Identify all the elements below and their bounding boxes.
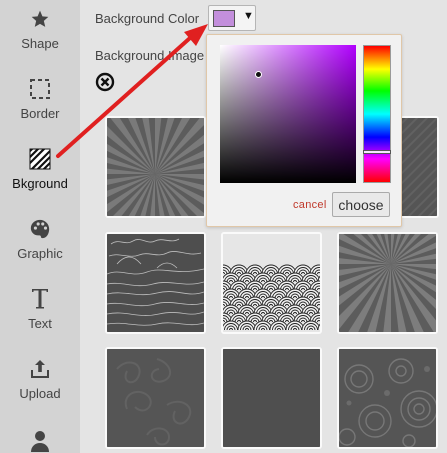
sidebar-item-label: Text [28, 316, 52, 331]
sidebar-item-label: Upload [19, 386, 61, 401]
background-thumbnail[interactable] [105, 116, 206, 218]
sidebar-item-account[interactable] [0, 428, 80, 453]
hue-slider-handle[interactable] [363, 150, 391, 154]
sidebar-item-bkground[interactable]: Bkground [0, 146, 80, 208]
background-thumbnail[interactable] [105, 232, 206, 334]
star-icon [30, 6, 50, 32]
background-thumbnail[interactable] [221, 232, 322, 334]
clear-circle-x-icon[interactable] [95, 72, 115, 92]
background-color-picker-button[interactable]: ▼ [208, 5, 256, 31]
sidebar-item-label: Shape [21, 36, 59, 51]
color-swatch [213, 10, 235, 27]
background-thumbnail[interactable] [337, 347, 438, 449]
sidebar-item-label: Graphic [17, 246, 63, 261]
color-picker-popup: cancel choose [206, 34, 402, 227]
hue-slider[interactable] [363, 45, 391, 183]
background-thumbnail[interactable] [337, 232, 438, 334]
dropdown-triangle-icon: ▼ [243, 10, 254, 22]
sidebar-item-border[interactable]: Border [0, 76, 80, 138]
choose-button[interactable]: choose [332, 192, 390, 217]
waves-pattern [223, 234, 320, 332]
hatched-square-icon [29, 146, 51, 172]
background-image-label: Background Image [95, 48, 205, 63]
sidebar: Shape Border Bkground Graphic Text Uploa… [0, 0, 80, 453]
sidebar-item-text[interactable]: Text [0, 286, 80, 348]
sidebar-item-label: Bkground [12, 176, 68, 191]
sidebar-item-upload[interactable]: Upload [0, 356, 80, 418]
dashed-square-icon [29, 76, 51, 102]
upload-icon [29, 356, 51, 382]
text-t-icon [30, 286, 50, 312]
rays-pattern [107, 118, 204, 216]
plain-dark-pattern [223, 349, 320, 447]
rays-pattern [339, 234, 436, 332]
sidebar-item-label: Border [20, 106, 60, 121]
background-thumbnail[interactable] [105, 347, 206, 449]
sketch-landscape-pattern [107, 234, 204, 332]
cancel-link[interactable]: cancel [293, 199, 327, 211]
user-icon [30, 428, 50, 453]
palette-icon [29, 216, 51, 242]
circles-pattern [339, 349, 436, 447]
floral-pattern [107, 349, 204, 447]
sidebar-item-shape[interactable]: Shape [0, 6, 80, 68]
background-color-label: Background Color [95, 11, 200, 26]
saturation-value-field[interactable] [220, 45, 356, 183]
background-thumbnail[interactable] [221, 347, 322, 449]
saturation-value-handle[interactable] [255, 71, 262, 78]
sidebar-item-graphic[interactable]: Graphic [0, 216, 80, 278]
